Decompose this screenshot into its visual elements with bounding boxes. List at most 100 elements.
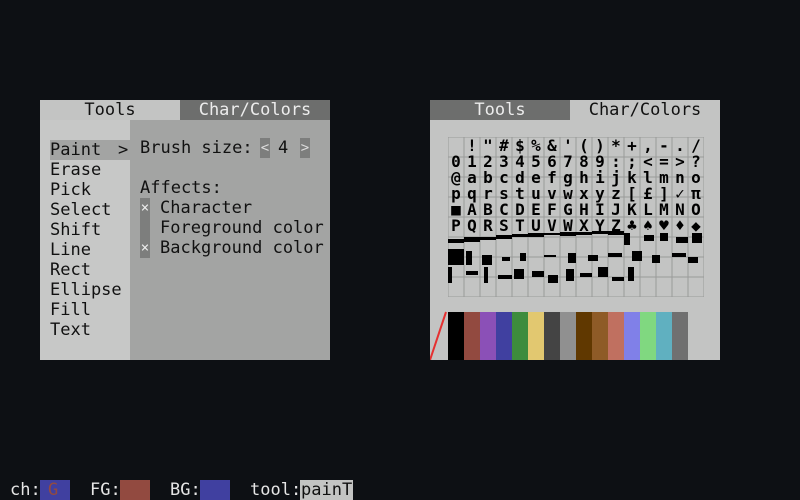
slash-marker-icon <box>430 311 447 360</box>
tool-fill[interactable]: Fill <box>50 300 130 320</box>
palette-swatch[interactable] <box>448 312 464 360</box>
palette-swatch[interactable] <box>528 312 544 360</box>
tool-select[interactable]: Select <box>50 200 130 220</box>
tool-text[interactable]: Text <box>50 320 130 340</box>
tool-options: Brush size: < 4 > Affects: × Character F… <box>130 120 330 360</box>
tool-list: Paint Erase Pick Select Shift Line Rect … <box>40 120 130 360</box>
char-cell[interactable]: S <box>499 216 509 235</box>
char-label: ch: <box>10 480 41 500</box>
palette-swatch[interactable] <box>656 312 672 360</box>
tool-erase[interactable]: Erase <box>50 160 130 180</box>
palette-swatch[interactable] <box>464 312 480 360</box>
char-cell[interactable]: R <box>483 216 493 235</box>
block-glyph <box>502 257 510 261</box>
tab-tools[interactable]: Tools <box>40 100 180 120</box>
brush-size-label: Brush size: <box>140 138 253 158</box>
brush-size-value: 4 <box>278 138 289 158</box>
char-colors-panel: Tools Char/Colors ! " # $% & '() * +, -./0 1 2 3 4 5 6… <box>430 100 720 360</box>
block-glyph <box>544 233 560 235</box>
background-color-checkbox[interactable]: × <box>140 238 150 258</box>
block-glyph <box>608 231 624 235</box>
block-glyph <box>448 249 464 265</box>
character-map[interactable]: ! " # $% & '() * +, -./0 1 2 3 4 5 6 7 8 9:; < = >? @ a b c d e f g h… <box>448 137 704 297</box>
block-glyph <box>580 273 592 277</box>
block-glyph <box>528 233 544 237</box>
tab-char-colors[interactable]: Char/Colors <box>570 100 720 120</box>
tool-pick[interactable]: Pick <box>50 180 130 200</box>
block-glyph <box>532 271 544 277</box>
tab-tools[interactable]: Tools <box>430 100 570 120</box>
block-glyph <box>514 269 524 279</box>
char-cell[interactable]: ♦ <box>675 216 685 235</box>
char-cell[interactable]: ♠ <box>643 216 653 235</box>
block-glyph <box>592 231 608 234</box>
foreground-color-label: Foreground color <box>160 218 324 238</box>
character-checkbox[interactable]: × <box>140 198 150 218</box>
tool-rect[interactable]: Rect <box>50 260 130 280</box>
palette-swatch[interactable] <box>512 312 528 360</box>
char-cell[interactable]: U <box>531 216 541 235</box>
block-glyph <box>624 233 630 245</box>
block-glyph <box>480 237 496 240</box>
current-char: G <box>48 480 59 500</box>
status-bar: ch: G FG: BG: tool: painT <box>0 480 800 500</box>
char-cell[interactable]: ♣ <box>627 216 637 235</box>
tab-char-colors[interactable]: Char/Colors <box>180 100 330 120</box>
char-cell[interactable]: V <box>547 216 557 235</box>
foreground-color-swatch[interactable] <box>120 480 150 500</box>
char-cell[interactable]: ◆ <box>691 216 701 235</box>
block-glyph <box>482 255 492 265</box>
block-glyph <box>632 251 642 261</box>
color-palette[interactable] <box>448 312 704 360</box>
foreground-color-checkbox[interactable] <box>140 218 150 238</box>
fg-label: FG: <box>90 480 121 500</box>
block-glyph <box>544 255 556 257</box>
bg-label: BG: <box>170 480 201 500</box>
block-glyph <box>598 267 608 277</box>
block-glyph <box>448 239 464 243</box>
block-glyph <box>660 233 668 241</box>
block-glyph <box>464 237 480 242</box>
palette-swatch[interactable] <box>560 312 576 360</box>
block-glyph <box>588 255 598 261</box>
palette-swatch[interactable] <box>608 312 624 360</box>
block-glyph <box>466 251 472 265</box>
palette-swatch[interactable] <box>544 312 560 360</box>
block-glyph <box>692 233 702 243</box>
char-cell[interactable]: ♥ <box>659 216 669 235</box>
block-glyph <box>612 277 624 281</box>
block-glyph <box>628 267 634 281</box>
block-glyph <box>576 232 592 235</box>
block-glyph <box>688 257 698 263</box>
character-grid[interactable]: ! " # $% & '() * +, -./0 1 2 3 4 5 6 7 8 9:; < = > ?@ a b c d e f g h… <box>448 137 704 297</box>
char-cell[interactable]: P <box>451 216 461 235</box>
block-glyph <box>466 271 478 275</box>
tool-line[interactable]: Line <box>50 240 130 260</box>
block-glyph <box>676 237 688 243</box>
brush-size-decrement-button[interactable]: < <box>260 138 270 158</box>
palette-swatch[interactable] <box>480 312 496 360</box>
block-glyph <box>548 275 558 283</box>
palette-swatch[interactable] <box>576 312 592 360</box>
current-char-swatch[interactable]: G <box>40 480 70 500</box>
tool-ellipse[interactable]: Ellipse <box>50 280 130 300</box>
palette-swatch[interactable] <box>672 312 688 360</box>
block-glyph <box>448 267 452 283</box>
char-cell[interactable]: T <box>515 216 525 235</box>
block-glyph <box>560 232 576 236</box>
background-color-swatch[interactable] <box>200 480 230 500</box>
palette-swatch[interactable] <box>592 312 608 360</box>
block-glyph <box>484 267 488 283</box>
block-glyph <box>566 269 574 281</box>
background-color-label: Background color <box>160 238 324 258</box>
char-cell[interactable]: Q <box>467 216 477 235</box>
current-tool: painT <box>300 480 354 500</box>
palette-swatch[interactable] <box>496 312 512 360</box>
tools-panel: Tools Char/Colors Paint Erase Pick Selec… <box>40 100 330 360</box>
palette-swatch[interactable] <box>640 312 656 360</box>
palette-swatch[interactable] <box>624 312 640 360</box>
block-glyph <box>496 235 512 239</box>
tool-label: tool: <box>250 480 302 500</box>
tool-shift[interactable]: Shift <box>50 220 130 240</box>
brush-size-increment-button[interactable]: > <box>300 138 310 158</box>
